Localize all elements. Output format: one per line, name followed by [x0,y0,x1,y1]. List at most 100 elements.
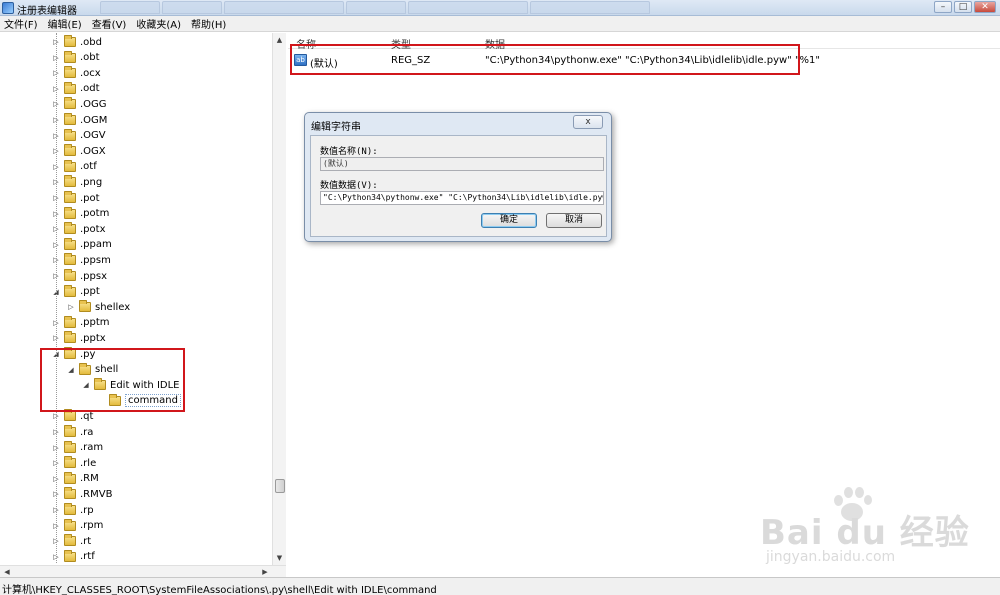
tree-item[interactable]: ▷ .OGV [52,128,106,144]
tree-item[interactable]: ▷ .obt [52,50,100,66]
folder-icon [64,237,76,250]
tree-item[interactable]: ▷ .odt [52,81,100,97]
tree-vertical-scrollbar[interactable]: ▲ ▼ [272,33,286,565]
maximize-button[interactable]: □ [954,1,972,13]
folder-icon [64,191,76,203]
background-tab [530,1,650,14]
folder-icon [64,97,76,110]
window-title: 注册表编辑器 [17,6,77,17]
value-data-input[interactable]: "C:\Python34\pythonw.exe" "C:\Python34\L… [320,191,604,205]
folder-icon [64,549,76,562]
tree-item-label: .ocx [80,67,101,79]
folder-icon [64,503,76,515]
tree-item[interactable]: ▷ .ram [52,440,103,456]
tree-item-label: .obd [80,36,102,48]
tree-item-label: .OGG [80,98,107,110]
tree-item[interactable]: ▷ shellex [67,299,130,315]
scroll-down-arrow-icon[interactable]: ▼ [273,551,286,565]
minimize-button[interactable]: – [934,1,952,13]
folder-icon [64,35,76,47]
tree-item[interactable]: ▷ .rp [52,502,94,518]
tree-item[interactable]: ▷ .pptm [52,315,110,331]
tree-item[interactable]: ▷ .potm [52,206,109,222]
folder-icon [64,425,76,437]
ok-button[interactable]: 确定 [481,213,537,228]
folder-icon [64,159,76,172]
tree-item-label: .ppt [80,286,100,298]
folder-icon [64,409,76,422]
watermark-url: jingyan.baidu.com [766,549,896,565]
tree-item-label: .pot [80,192,100,204]
tree-item[interactable]: ▷ .rt [52,533,91,549]
scroll-thumb[interactable] [275,479,285,493]
tree-item-label: .rt [80,535,92,547]
menu-edit[interactable]: 编辑(E) [48,16,82,31]
background-tab [162,1,222,14]
folder-icon [64,534,76,547]
tree-item[interactable]: ▷ .rle [52,455,96,471]
dialog-body: 数值名称(N): (默认) 数值数据(V): "C:\Python34\pyth… [310,135,607,237]
folder-icon [79,300,91,313]
tree-item-label: .ppsx [80,270,108,282]
close-button[interactable]: ✕ [974,1,996,13]
tree-item-label: .rpm [80,520,104,532]
tree-item-label: .ra [80,426,94,438]
menu-favorites[interactable]: 收藏夹(A) [136,16,181,31]
tree-item[interactable]: ▷ .ocx [52,65,101,81]
tree-item-label: .OGX [80,145,106,157]
tree-item[interactable]: ▷ .OGX [52,143,106,159]
tree-item[interactable]: ▷ .pot [52,190,100,206]
dialog-title: 编辑字符串 [311,122,361,133]
tree-item[interactable]: ▷ .potx [52,221,105,237]
tree-item[interactable]: ▷ .png [52,174,102,190]
highlight-box-py-branch [40,348,185,412]
folder-icon [64,269,76,281]
tree-item-label: .ppsm [80,254,111,266]
scroll-up-arrow-icon[interactable]: ▲ [273,33,286,47]
folder-icon [64,66,76,79]
tree-item-label: .png [80,176,103,188]
expand-arrow-icon[interactable]: ▷ [67,299,75,315]
tree-item[interactable]: ▷ .OGG [52,96,107,112]
tree-item[interactable]: ▷ .ppsx [52,268,107,284]
menu-view[interactable]: 查看(V) [92,16,127,31]
menu-bar: 文件(F) 编辑(E) 查看(V) 收藏夹(A) 帮助(H) [0,16,1000,32]
menu-file[interactable]: 文件(F) [4,16,38,31]
tree-item[interactable]: ▷ .rtf [52,549,95,565]
background-tab [224,1,344,14]
tree-item[interactable]: ▷ .RMVB [52,486,112,502]
baidu-jingyan-watermark: Bai du 经验 jingyan.baidu.com [760,485,990,570]
registry-tree[interactable]: ▷ .obd ▷ .obt ▷ .ocx ▷ .odt ▷ .OGG ▷ .OGM ▷ .OGV ▷ .OGX… [0,33,286,577]
cancel-button[interactable]: 取消 [546,213,602,228]
dialog-close-button[interactable]: x [573,115,603,129]
tree-item-label: .otf [80,161,97,173]
tree-item-label: .OGV [80,130,106,142]
tree-item[interactable]: ▷ .otf [52,159,97,175]
folder-icon [64,50,76,63]
tree-item[interactable]: ▷ .OGM [52,112,107,128]
folder-icon [64,471,76,484]
folder-icon [64,253,76,266]
tree-item[interactable]: ◢ .ppt [52,284,100,300]
tree-item[interactable]: ▷ .RM [52,471,99,487]
folder-icon [64,331,76,344]
menu-help[interactable]: 帮助(H) [191,16,226,31]
tree-item-label: .odt [80,83,100,95]
background-tab [100,1,160,14]
tree-item[interactable]: ▷ .ra [52,424,93,440]
tree-item-label: .ppam [80,239,112,251]
tree-item[interactable]: ▷ .obd [52,34,102,50]
folder-icon [64,222,76,235]
tree-item-label: .rle [80,457,97,469]
tree-item[interactable]: ▷ .pptx [52,330,106,346]
watermark-brand: Bai du 经验 [760,513,970,553]
tree-item[interactable]: ▷ .ppsm [52,252,111,268]
tree-item[interactable]: ▷ .ppam [52,237,112,253]
tree-item-label: .ram [80,442,104,454]
title-bar: 注册表编辑器 – □ ✕ [0,0,1000,17]
tree-horizontal-scrollbar[interactable]: ◀ ▶ [0,565,286,577]
tree-item-label: .rp [80,504,94,516]
folder-icon [64,206,76,219]
status-bar: 计算机\HKEY_CLASSES_ROOT\SystemFileAssociat… [0,577,1000,595]
tree-item[interactable]: ▷ .rpm [52,518,103,534]
